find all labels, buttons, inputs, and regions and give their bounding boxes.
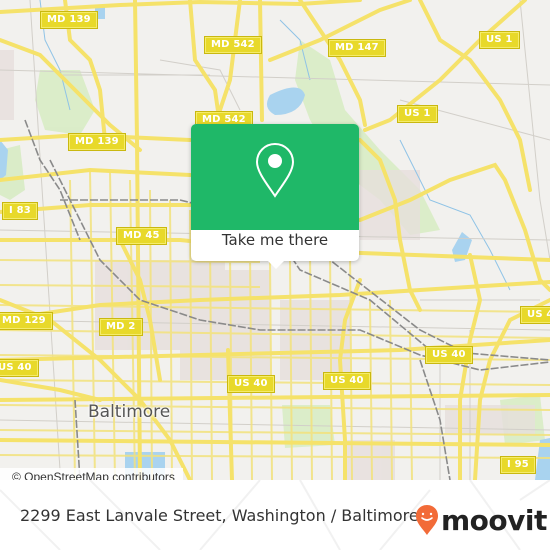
route-shield-us-40: US 40 — [520, 306, 550, 324]
route-shield-i-95: I 95 — [500, 456, 536, 474]
location-pin-icon — [255, 142, 295, 198]
route-shield-md-45: MD 45 — [116, 227, 167, 245]
route-shield-md-129: MD 129 — [0, 312, 53, 330]
route-shield-i-83: I 83 — [2, 202, 38, 220]
moovit-logo[interactable]: moovit — [415, 500, 547, 540]
route-shield-md-139: MD 139 — [40, 11, 98, 29]
route-shield-md-2: MD 2 — [99, 318, 143, 336]
map-attribution[interactable]: © OpenStreetMap contributors — [0, 468, 183, 480]
city-label-baltimore: Baltimore — [88, 402, 171, 422]
popup-pointer — [268, 261, 284, 269]
moovit-pin-icon — [416, 505, 438, 535]
take-me-there-button[interactable]: Take me there — [191, 231, 359, 249]
take-me-there-popup[interactable]: Take me there — [191, 124, 359, 269]
lake — [266, 87, 305, 115]
map-view[interactable]: MD 139 MD 542 MD 147 US 1 US 1 MD 542 MD… — [0, 0, 550, 480]
route-shield-md-542: MD 542 — [204, 36, 262, 54]
route-shield-us-40: US 40 — [227, 375, 275, 393]
route-shield-md-139: MD 139 — [68, 133, 126, 151]
route-shield-us-40: US 40 — [425, 346, 473, 364]
popup-header[interactable] — [191, 124, 359, 230]
address-text: 2299 East Lanvale Street, Washington / B… — [20, 506, 419, 525]
route-shield-us-1: US 1 — [479, 31, 520, 49]
route-shield-us-1: US 1 — [397, 105, 438, 123]
moovit-wordmark: moovit — [441, 503, 547, 537]
route-shield-us-40: US 40 — [0, 359, 39, 377]
footer: 2299 East Lanvale Street, Washington / B… — [0, 480, 550, 550]
route-shield-us-40: US 40 — [323, 372, 371, 390]
route-shield-md-147: MD 147 — [328, 39, 386, 57]
